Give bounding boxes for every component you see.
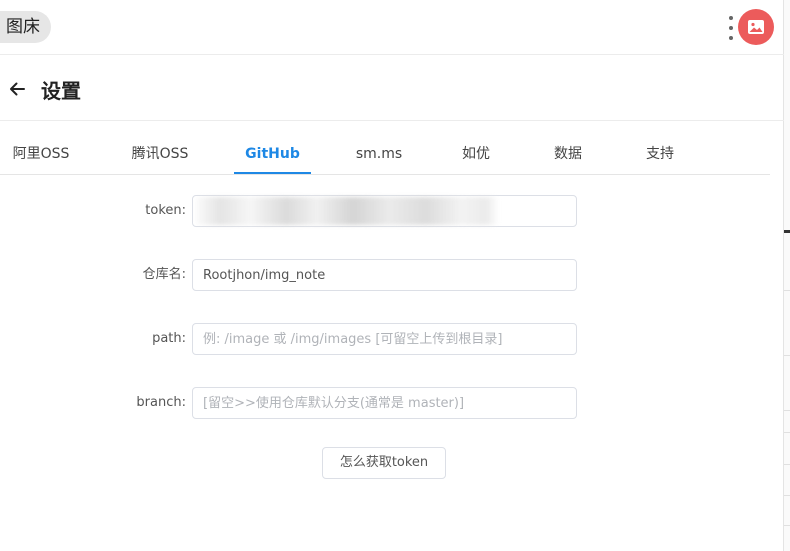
token-row: token: <box>0 195 784 227</box>
path-row: path: <box>0 323 784 355</box>
top-bar: 图床 <box>0 0 784 55</box>
branch-row: branch: <box>0 387 784 419</box>
token-label: token: <box>145 203 186 218</box>
tab-ruyou[interactable]: 如优 <box>452 134 500 175</box>
how-to-get-token-button[interactable]: 怎么获取token <box>322 447 446 479</box>
tab-support[interactable]: 支持 <box>636 134 684 175</box>
background-window-edge <box>784 0 790 551</box>
branch-input[interactable] <box>192 387 577 419</box>
more-vertical-icon[interactable] <box>726 16 736 40</box>
image-icon[interactable] <box>738 9 774 45</box>
active-tab-indicator <box>234 172 311 174</box>
tab-tencent-oss[interactable]: 腾讯OSS <box>120 134 200 175</box>
page-title: 设置 <box>41 79 81 103</box>
page-header: 设置 <box>0 56 784 121</box>
path-input[interactable] <box>192 323 577 355</box>
tab-aliyun-oss[interactable]: 阿里OSS <box>0 134 82 175</box>
repo-row: 仓库名: <box>0 259 784 291</box>
token-input[interactable] <box>192 195 577 227</box>
tab-smms[interactable]: sm.ms <box>350 134 408 175</box>
repo-input[interactable] <box>192 259 577 291</box>
app-name-chip[interactable]: 图床 <box>0 11 51 43</box>
settings-window: 图床 设置 阿里OSS 腾讯OSS GitHub sm.ms 如优 数据 支持 … <box>0 0 784 551</box>
repo-label: 仓库名: <box>142 267 186 282</box>
tab-bar: 阿里OSS 腾讯OSS GitHub sm.ms 如优 数据 支持 <box>0 134 770 175</box>
tab-github[interactable]: GitHub <box>234 134 311 175</box>
branch-label: branch: <box>136 395 186 410</box>
path-label: path: <box>152 331 186 346</box>
arrow-left-icon[interactable] <box>8 80 26 98</box>
tab-data[interactable]: 数据 <box>544 134 592 175</box>
